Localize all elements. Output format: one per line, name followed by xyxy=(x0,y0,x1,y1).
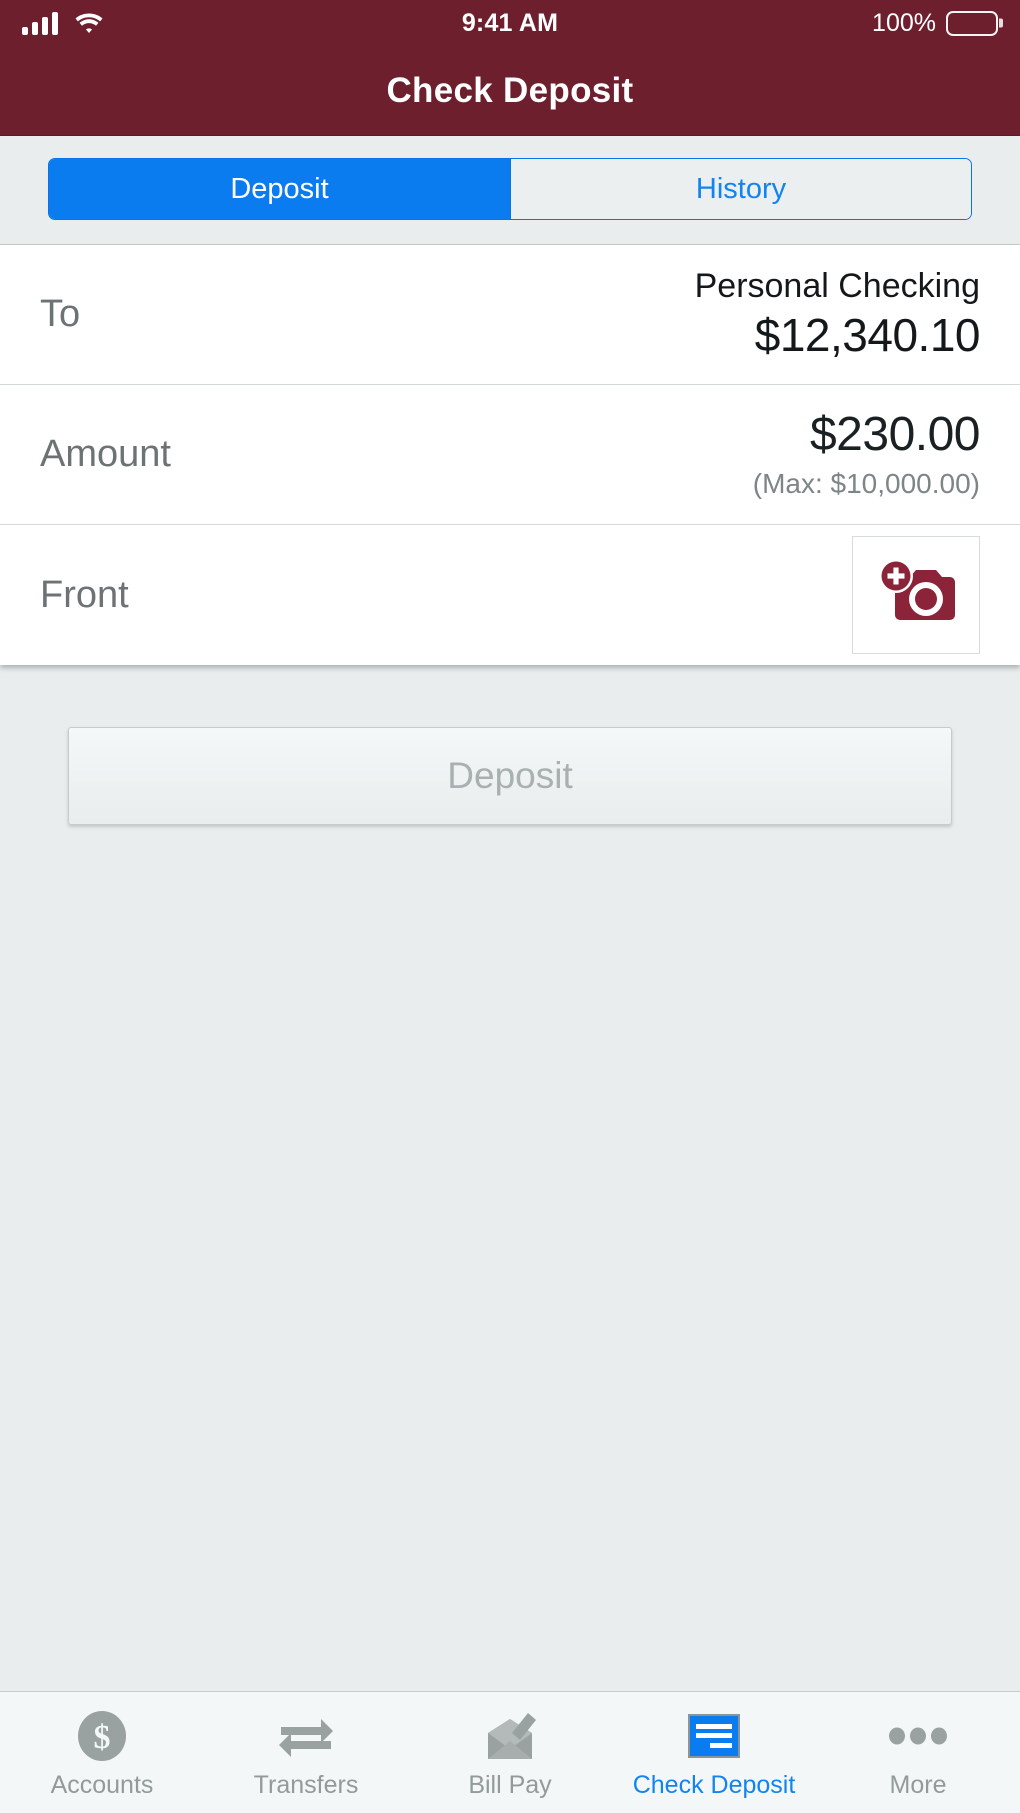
tab-check-deposit[interactable]: Check Deposit xyxy=(612,1692,816,1813)
to-value[interactable]: Personal Checking $12,340.10 xyxy=(694,266,981,363)
status-bar: 9:41 AM 100% xyxy=(0,0,1020,46)
segmented-control-container: Deposit History xyxy=(0,136,1020,245)
tab-label-check-deposit: Check Deposit xyxy=(632,1771,796,1799)
cellular-signal-icon xyxy=(22,11,58,35)
transfer-arrows-icon xyxy=(277,1711,335,1761)
tab-label-transfers: Transfers xyxy=(253,1771,359,1799)
envelope-pen-icon xyxy=(482,1711,538,1761)
battery-full-icon xyxy=(946,10,998,36)
ellipsis-icon xyxy=(888,1711,948,1761)
account-balance: $12,340.10 xyxy=(754,308,981,361)
status-bar-clock: 9:41 AM xyxy=(461,8,559,37)
page-title: Check Deposit xyxy=(386,70,634,110)
form-row-to[interactable]: To Personal Checking $12,340.10 xyxy=(0,245,1020,385)
content-area: Deposit xyxy=(0,665,1020,1691)
tab-label-accounts: Accounts xyxy=(50,1771,154,1799)
check-deposit-screen: 9:41 AM 100% Check Deposit Deposit Histo… xyxy=(0,0,1020,1813)
navigation-bar: Check Deposit xyxy=(0,46,1020,136)
segmented-control[interactable]: Deposit History xyxy=(48,158,972,220)
tab-accounts[interactable]: $ Accounts xyxy=(0,1692,204,1813)
wifi-icon xyxy=(74,11,104,35)
segment-deposit[interactable]: Deposit xyxy=(49,159,510,219)
tab-bill-pay[interactable]: Bill Pay xyxy=(408,1692,612,1813)
account-name: Personal Checking xyxy=(694,267,980,306)
battery-percent-label: 100% xyxy=(872,8,936,37)
segment-history[interactable]: History xyxy=(510,159,971,219)
check-document-icon xyxy=(687,1711,741,1761)
tab-label-bill-pay: Bill Pay xyxy=(468,1771,552,1799)
status-bar-left xyxy=(22,11,462,35)
amount-input[interactable]: $230.00 xyxy=(810,407,981,464)
form-row-front[interactable]: Front xyxy=(0,525,1020,665)
form-row-amount[interactable]: Amount $230.00 (Max: $10,000.00) xyxy=(0,385,1020,525)
front-label: Front xyxy=(40,573,129,616)
tab-bar: $ Accounts Transfers Bill Pay Check Depo… xyxy=(0,1691,1020,1813)
status-bar-right: 100% xyxy=(558,9,998,38)
amount-label: Amount xyxy=(40,433,171,475)
add-camera-icon xyxy=(874,557,958,634)
svg-text:$: $ xyxy=(94,1719,111,1756)
amount-max-hint: (Max: $10,000.00) xyxy=(752,467,980,499)
tab-more[interactable]: More xyxy=(816,1692,1020,1813)
to-label: To xyxy=(40,293,81,335)
dollar-circle-icon: $ xyxy=(76,1711,128,1761)
deposit-submit-button[interactable]: Deposit xyxy=(68,727,952,825)
tab-transfers[interactable]: Transfers xyxy=(204,1692,408,1813)
tab-label-more: More xyxy=(889,1771,947,1799)
deposit-form: To Personal Checking $12,340.10 Amount $… xyxy=(0,245,1020,665)
front-capture-button[interactable] xyxy=(852,536,980,654)
amount-value[interactable]: $230.00 (Max: $10,000.00) xyxy=(752,407,981,502)
